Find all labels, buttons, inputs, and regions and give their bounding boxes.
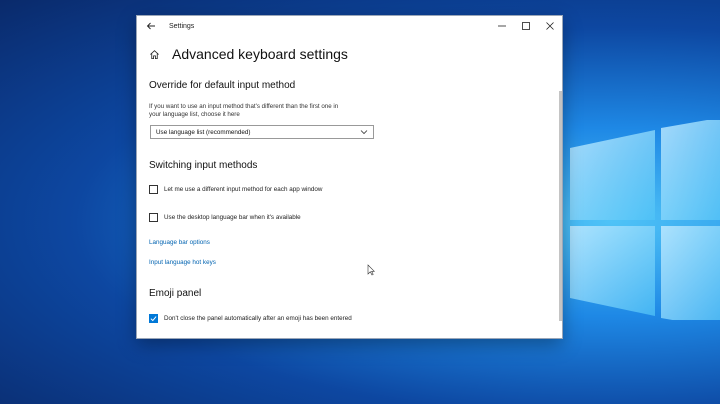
emoji-panel-checkbox[interactable] [149,314,158,323]
back-button[interactable] [139,16,163,36]
emoji-panel-checkbox-row[interactable]: Don't close the panel automatically afte… [149,314,352,323]
maximize-icon [522,22,530,30]
switching-heading: Switching input methods [149,160,258,171]
window-controls [490,16,562,36]
language-bar-options-link[interactable]: Language bar options [149,239,210,246]
override-description-line2: your language list, choose it here [149,111,240,118]
home-icon[interactable] [149,49,160,60]
input-method-dropdown[interactable]: Use language list (recommended) [150,125,374,139]
mouse-cursor-icon [367,264,375,276]
close-icon [546,22,554,30]
page-title: Advanced keyboard settings [172,46,348,62]
emoji-panel-label: Don't close the panel automatically afte… [164,315,352,322]
vertical-scrollbar[interactable] [559,91,562,321]
settings-window: Settings Advanced keyboard settings Over… [137,16,562,338]
override-heading: Override for default input method [149,80,296,91]
dropdown-value: Use language list (recommended) [156,128,251,136]
title-bar[interactable]: Settings [137,16,562,36]
minimize-icon [498,25,506,27]
maximize-button[interactable] [514,16,538,36]
desktop-windows-logo [570,120,720,320]
desktop-language-bar-checkbox[interactable] [149,213,158,222]
input-language-hot-keys-link[interactable]: Input language hot keys [149,259,216,266]
per-app-input-checkbox[interactable] [149,185,158,194]
emoji-heading: Emoji panel [149,288,202,299]
per-app-input-checkbox-row[interactable]: Let me use a different input method for … [149,185,322,194]
window-title: Settings [169,22,195,30]
settings-content: Advanced keyboard settings Override for … [137,36,562,338]
close-button[interactable] [538,16,562,36]
per-app-input-label: Let me use a different input method for … [164,186,323,193]
desktop-language-bar-label: Use the desktop language bar when it's a… [164,214,301,221]
desktop-language-bar-checkbox-row[interactable]: Use the desktop language bar when it's a… [149,213,301,222]
chevron-down-icon [360,130,368,135]
back-arrow-icon [146,22,155,30]
minimize-button[interactable] [490,16,514,36]
checkmark-icon [150,316,157,322]
page-header: Advanced keyboard settings [149,46,348,62]
